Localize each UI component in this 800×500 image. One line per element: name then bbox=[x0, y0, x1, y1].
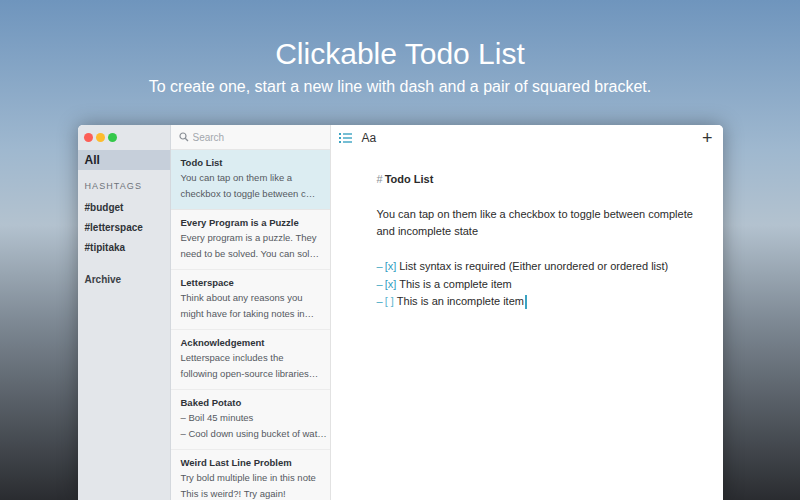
backdrop: Clickable Todo List To create one, start… bbox=[0, 0, 800, 500]
todo-dash: – bbox=[377, 258, 383, 276]
todo-item: –[x]This is a complete item bbox=[377, 276, 713, 294]
todo-text: This is an incomplete item bbox=[397, 293, 524, 311]
todo-checkbox[interactable]: [x] bbox=[385, 258, 397, 276]
note-preview: This is weird?! Try again! bbox=[181, 486, 320, 500]
minimize-icon[interactable] bbox=[96, 133, 105, 142]
list-icon[interactable] bbox=[339, 133, 352, 143]
note-preview: Letterspace includes the bbox=[181, 350, 320, 366]
todo-dash: – bbox=[377, 293, 383, 311]
note-title: Every Program is a Puzzle bbox=[181, 216, 320, 230]
todo-dash: – bbox=[377, 276, 383, 294]
todo-text: This is a complete item bbox=[399, 276, 511, 294]
note-title: Letterspace bbox=[181, 276, 320, 290]
search-icon bbox=[179, 132, 189, 142]
search-field[interactable] bbox=[193, 130, 322, 145]
note-preview: might have for taking notes in… bbox=[181, 306, 320, 322]
close-icon[interactable] bbox=[84, 133, 93, 142]
todo-item: –[ ]This is an incomplete item bbox=[377, 293, 713, 311]
notes: Todo ListYou can tap on them like acheck… bbox=[171, 150, 330, 500]
todo-list: –[x]List syntax is required (Either unor… bbox=[377, 258, 713, 311]
note-title: Todo List bbox=[181, 156, 320, 170]
section-header: HASHTAGS bbox=[78, 180, 170, 192]
note-preview: Think about any reasons you bbox=[181, 290, 320, 306]
heading-text: Todo List bbox=[385, 173, 434, 185]
note-preview: Try bold multiple line in this note bbox=[181, 470, 320, 486]
zoom-icon[interactable] bbox=[108, 133, 117, 142]
hashtag-item[interactable]: #letterspace bbox=[78, 218, 170, 238]
note-preview: You can tap on them like a bbox=[181, 170, 320, 186]
note-item[interactable]: Baked Potato– Boil 45 minutes– Cool down… bbox=[171, 390, 330, 450]
note-item[interactable]: LetterspaceThink about any reasons youmi… bbox=[171, 270, 330, 330]
sidebar-items: All bbox=[78, 150, 170, 170]
note-title: Weird Last Line Problem bbox=[181, 456, 320, 470]
note-list: Todo ListYou can tap on them like acheck… bbox=[171, 125, 331, 500]
todo-checkbox[interactable]: [x] bbox=[385, 276, 397, 294]
note-item[interactable]: Every Program is a PuzzleEvery program i… bbox=[171, 210, 330, 270]
note-preview: checkbox to toggle between c… bbox=[181, 186, 320, 202]
hashtag-item[interactable]: #tipitaka bbox=[78, 238, 170, 258]
app-window: All HASHTAGS #budget#letterspace#tipitak… bbox=[78, 125, 723, 500]
add-button[interactable]: + bbox=[702, 129, 715, 147]
note-item[interactable]: AcknowledgementLetterspace includes thef… bbox=[171, 330, 330, 390]
note-item[interactable]: Weird Last Line ProblemTry bold multiple… bbox=[171, 450, 330, 500]
traffic-lights bbox=[78, 125, 170, 150]
note-preview: need to be solved. You can sol… bbox=[181, 246, 320, 262]
hashtag-list: #budget#letterspace#tipitaka bbox=[78, 198, 170, 258]
editor-content[interactable]: #Todo List You can tap on them like a che… bbox=[331, 150, 723, 311]
paragraph-line: You can tap on them like a checkbox to t… bbox=[377, 206, 713, 223]
text-caret bbox=[525, 295, 527, 309]
hero-title: Clickable Todo List bbox=[275, 0, 525, 72]
todo-checkbox[interactable]: [ ] bbox=[385, 293, 394, 311]
hashtag-item[interactable]: #budget bbox=[78, 198, 170, 218]
note-item[interactable]: Todo ListYou can tap on them like acheck… bbox=[171, 150, 330, 210]
sidebar: All HASHTAGS #budget#letterspace#tipitak… bbox=[78, 125, 171, 500]
note-title: Baked Potato bbox=[181, 396, 320, 410]
note-preview: – Boil 45 minutes bbox=[181, 410, 320, 426]
note-preview: Every program is a puzzle. They bbox=[181, 230, 320, 246]
note-title: Acknowledgement bbox=[181, 336, 320, 350]
sidebar-item[interactable]: All bbox=[78, 150, 170, 170]
paragraph: You can tap on them like a checkbox to t… bbox=[377, 206, 713, 240]
editor: Aa + #Todo List You can tap on them like … bbox=[331, 125, 723, 500]
editor-toolbar: Aa + bbox=[331, 125, 723, 150]
note-preview: following open-source libraries… bbox=[181, 366, 320, 382]
todo-item: –[x]List syntax is required (Either unor… bbox=[377, 258, 713, 276]
note-heading: #Todo List bbox=[377, 171, 713, 187]
paragraph-line: and incomplete state bbox=[377, 223, 713, 240]
note-preview: – Cool down using bucket of wat… bbox=[181, 426, 320, 442]
archive-item[interactable]: Archive bbox=[78, 270, 170, 290]
todo-text: List syntax is required (Either unordere… bbox=[399, 258, 668, 276]
heading-mark: # bbox=[377, 173, 383, 185]
search-bar bbox=[171, 125, 330, 150]
format-button[interactable]: Aa bbox=[362, 130, 377, 146]
hero-subtitle: To create one, start a new line with das… bbox=[149, 77, 652, 97]
